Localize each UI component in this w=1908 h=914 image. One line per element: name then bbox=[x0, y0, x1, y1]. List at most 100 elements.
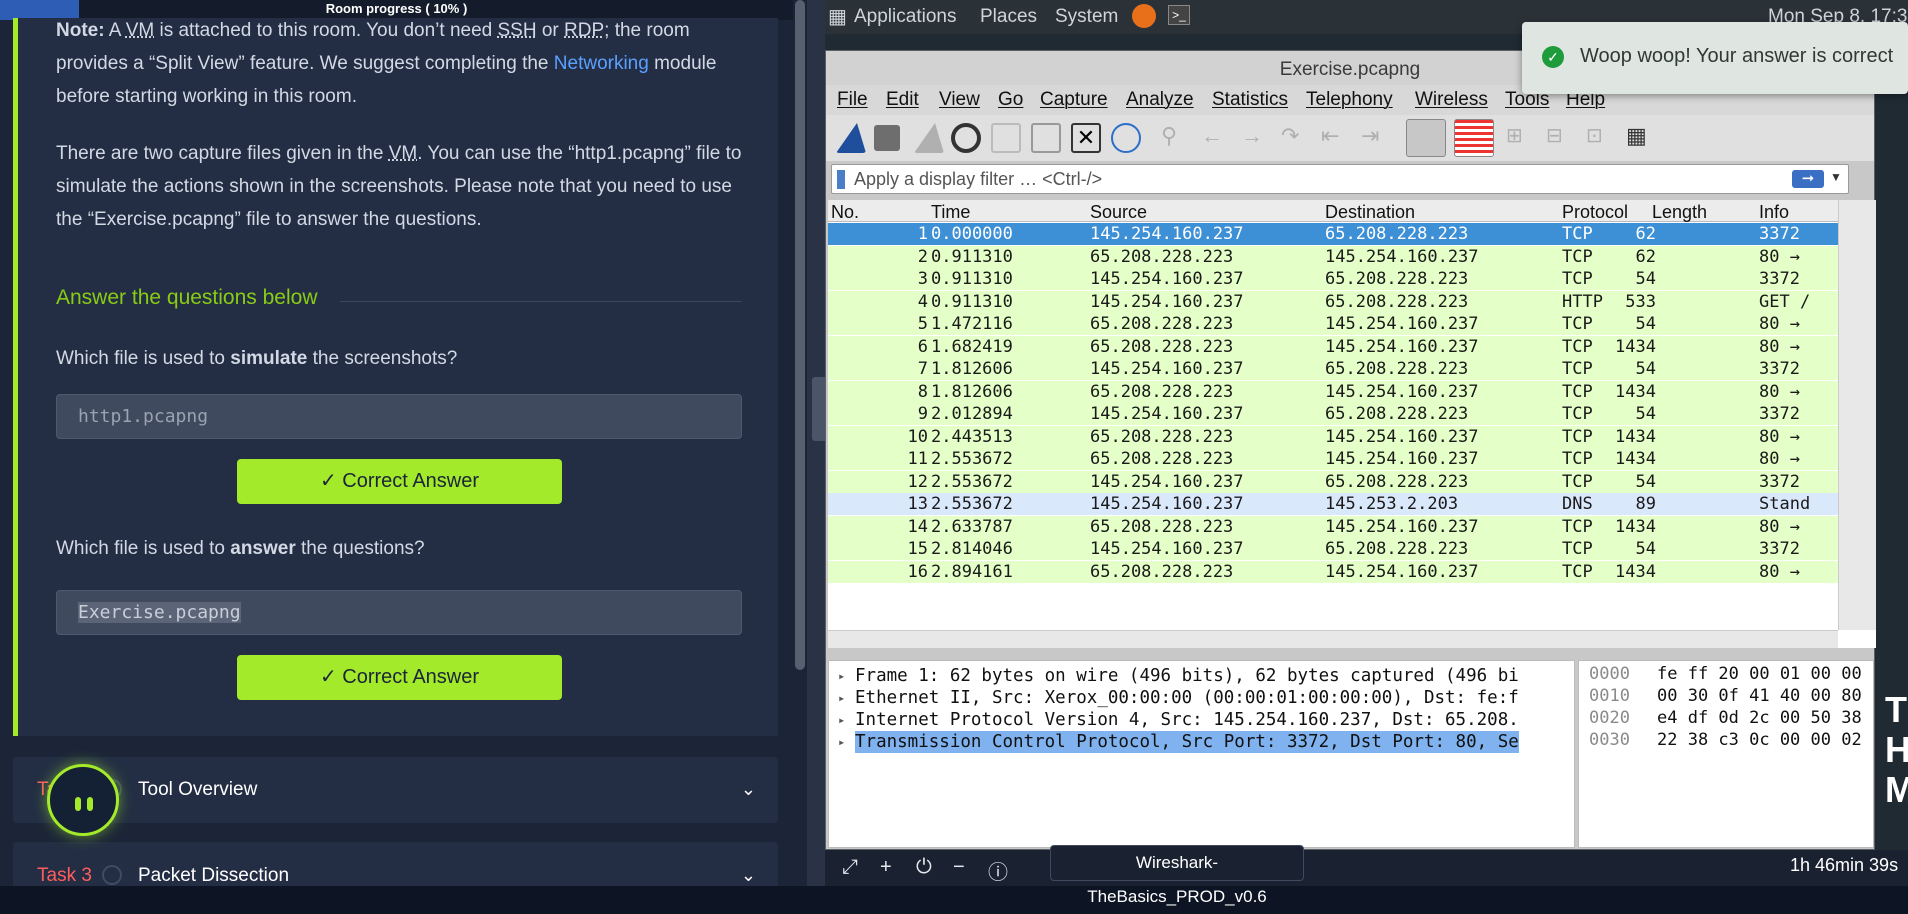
menu-edit[interactable]: Edit bbox=[886, 89, 919, 111]
chevron-down-icon[interactable]: ⌄ bbox=[741, 779, 756, 800]
detail-row-tcp[interactable]: ▸ Transmission Control Protocol, Src Port… bbox=[829, 731, 1569, 753]
apps-grid-icon[interactable]: ▦ bbox=[828, 4, 847, 29]
save-file-icon[interactable] bbox=[1031, 123, 1061, 153]
find-packet-icon[interactable]: ⚲ bbox=[1161, 123, 1191, 153]
terminal-icon[interactable]: >_ bbox=[1168, 5, 1190, 25]
packet-row[interactable]: 16 2.894161 65.208.228.223 145.254.160.237 T… bbox=[828, 560, 1838, 583]
packet-row[interactable]: 13 2.553672 145.254.160.237 145.253.2.203 DN… bbox=[828, 493, 1838, 515]
left-panel-scrollbar[interactable] bbox=[793, 0, 807, 886]
open-file-icon[interactable] bbox=[991, 123, 1021, 153]
ssh-abbr: SSH bbox=[497, 20, 537, 41]
packet-row[interactable]: 12 2.553672 145.254.160.237 65.208.228.223 T… bbox=[828, 470, 1838, 493]
colorize-icon[interactable] bbox=[1454, 119, 1494, 157]
close-file-icon[interactable]: ✕ bbox=[1071, 123, 1101, 153]
expand-triangle-icon[interactable]: ▸ bbox=[838, 687, 845, 709]
packet-row[interactable]: 14 2.633787 65.208.228.223 145.254.160.237 T… bbox=[828, 515, 1838, 538]
detail-row-ipv4[interactable]: ▸ Internet Protocol Version 4, Src: 145.2… bbox=[829, 709, 1569, 731]
packet-row[interactable]: 11 2.553672 65.208.228.223 145.254.160.237 T… bbox=[828, 448, 1838, 470]
go-to-packet-icon[interactable]: ↷ bbox=[1281, 123, 1311, 153]
packet-info: 80 → bbox=[1759, 561, 1800, 582]
expand-triangle-icon[interactable]: ▸ bbox=[838, 731, 845, 753]
start-capture-icon[interactable] bbox=[836, 123, 866, 153]
packet-list-vscroll[interactable] bbox=[1838, 200, 1876, 630]
packet-row[interactable]: 6 1.682419 65.208.228.223 145.254.160.237 TC… bbox=[828, 335, 1838, 358]
packet-row[interactable]: 15 2.814046 145.254.160.237 65.208.228.223 T… bbox=[828, 538, 1838, 560]
packet-row[interactable]: 5 1.472116 65.208.228.223 145.254.160.237 TC… bbox=[828, 313, 1838, 335]
first-packet-icon[interactable]: ⇤ bbox=[1321, 123, 1351, 153]
menu-analyze[interactable]: Analyze bbox=[1126, 89, 1194, 111]
vm-name-badge[interactable]: Wireshark-TheBasics_PROD_v0.6 bbox=[1050, 845, 1304, 906]
packet-row[interactable]: 4 0.911310 145.254.160.237 65.208.228.223 HT… bbox=[828, 290, 1838, 313]
packet-row[interactable]: 9 2.012894 145.254.160.237 65.208.228.223 TC… bbox=[828, 403, 1838, 425]
fullscreen-icon[interactable]: ⤢ bbox=[842, 856, 858, 879]
packet-time: 0.911310 bbox=[931, 246, 1013, 267]
stop-capture-icon[interactable] bbox=[874, 125, 900, 151]
task-row-tool-overview[interactable]: Ta Tool Overview ⌄ bbox=[13, 757, 778, 823]
expand-triangle-icon[interactable]: ▸ bbox=[838, 665, 845, 687]
packet-length: 1434 bbox=[1615, 381, 1656, 402]
packet-row[interactable]: 8 1.812606 65.208.228.223 145.254.160.237 TC… bbox=[828, 380, 1838, 403]
apply-filter-arrow-icon[interactable]: ➞ bbox=[1792, 170, 1824, 188]
autoscroll-icon[interactable] bbox=[1406, 119, 1446, 157]
minimize-icon[interactable]: − bbox=[953, 856, 965, 879]
zoom-in-icon[interactable]: ⊞ bbox=[1506, 123, 1536, 153]
column-destination[interactable]: Destination bbox=[1325, 202, 1415, 223]
system-menu[interactable]: System bbox=[1055, 6, 1118, 28]
info-icon[interactable]: ⓘ bbox=[988, 856, 1008, 885]
normal-size-icon[interactable]: ⊡ bbox=[1586, 123, 1616, 153]
firefox-icon[interactable] bbox=[1132, 4, 1156, 28]
answer-1-field[interactable]: http1.pcapng bbox=[56, 394, 742, 439]
detail-row-ethernet[interactable]: ▸ Ethernet II, Src: Xerox_00:00:00 (00:00… bbox=[829, 687, 1569, 709]
expand-triangle-icon[interactable]: ▸ bbox=[838, 709, 845, 731]
menu-capture[interactable]: Capture bbox=[1040, 89, 1108, 111]
column-protocol[interactable]: Protocol bbox=[1562, 202, 1628, 223]
menu-go[interactable]: Go bbox=[998, 89, 1023, 111]
menu-wireless[interactable]: Wireless bbox=[1415, 89, 1488, 111]
go-forward-icon[interactable]: → bbox=[1241, 123, 1271, 153]
reload-file-icon[interactable] bbox=[1111, 123, 1141, 153]
column-source[interactable]: Source bbox=[1090, 202, 1147, 223]
packet-row[interactable]: 10 2.443513 65.208.228.223 145.254.160.237 T… bbox=[828, 425, 1838, 448]
packet-row[interactable]: 3 0.911310 145.254.160.237 65.208.228.223 TC… bbox=[828, 268, 1838, 290]
packet-row[interactable]: 2 0.911310 65.208.228.223 145.254.160.237 TC… bbox=[828, 245, 1838, 268]
correct-answer-button-2[interactable]: ✓ Correct Answer bbox=[237, 655, 562, 700]
task-row-packet-dissection[interactable]: Task 3 Packet Dissection ⌄ bbox=[13, 842, 778, 886]
split-view-divider[interactable] bbox=[807, 0, 825, 886]
add-icon[interactable]: + bbox=[880, 856, 892, 879]
detail-row-frame[interactable]: ▸ Frame 1: 62 bytes on wire (496 bits), 6… bbox=[829, 665, 1569, 687]
menu-telephony[interactable]: Telephony bbox=[1306, 89, 1393, 111]
last-packet-icon[interactable]: ⇥ bbox=[1361, 123, 1391, 153]
column-no[interactable]: No. bbox=[831, 202, 859, 223]
scrollbar-thumb[interactable] bbox=[795, 0, 805, 670]
note-text: or bbox=[536, 20, 565, 41]
resize-columns-icon[interactable]: ▦ bbox=[1626, 123, 1656, 153]
bookmark-icon[interactable] bbox=[837, 170, 845, 189]
capture-options-icon[interactable] bbox=[951, 123, 981, 153]
display-filter-input[interactable]: Apply a display filter … <Ctrl-/> ➞ ▼ bbox=[831, 164, 1849, 194]
filter-dropdown-icon[interactable]: ▼ bbox=[1830, 170, 1842, 184]
column-info[interactable]: Info bbox=[1759, 202, 1789, 223]
packet-row[interactable]: 7 1.812606 145.254.160.237 65.208.228.223 TC… bbox=[828, 358, 1838, 380]
go-back-icon[interactable]: ← bbox=[1201, 123, 1231, 153]
places-menu[interactable]: Places bbox=[980, 6, 1037, 28]
packet-list-hscroll[interactable] bbox=[828, 630, 1838, 648]
answer-2-field[interactable]: Exercise.pcapng bbox=[56, 590, 742, 635]
zoom-out-icon[interactable]: ⊟ bbox=[1546, 123, 1576, 153]
menu-statistics[interactable]: Statistics bbox=[1212, 89, 1288, 111]
menu-view[interactable]: View bbox=[939, 89, 980, 111]
column-time[interactable]: Time bbox=[931, 202, 970, 223]
power-icon[interactable]: ⏻ bbox=[916, 856, 932, 879]
menu-file[interactable]: File bbox=[837, 89, 868, 111]
success-toast[interactable]: ✓ Woop woop! Your answer is correct bbox=[1522, 22, 1908, 94]
column-length[interactable]: Length bbox=[1652, 202, 1707, 223]
packet-destination: 65.208.228.223 bbox=[1325, 404, 1469, 424]
packet-row[interactable]: 1 0.000000 145.254.160.237 65.208.228.223 TC… bbox=[828, 223, 1838, 245]
note-text: is attached to this room. You don’t need bbox=[154, 20, 498, 41]
packet-source: 145.254.160.237 bbox=[1090, 269, 1244, 289]
networking-link[interactable]: Networking bbox=[554, 53, 649, 74]
applications-menu[interactable]: Applications bbox=[854, 6, 956, 28]
assistant-bot-icon[interactable] bbox=[47, 764, 119, 836]
chevron-down-icon[interactable]: ⌄ bbox=[741, 865, 756, 886]
correct-answer-button-1[interactable]: ✓ Correct Answer bbox=[237, 459, 562, 504]
restart-capture-icon[interactable] bbox=[914, 123, 944, 153]
